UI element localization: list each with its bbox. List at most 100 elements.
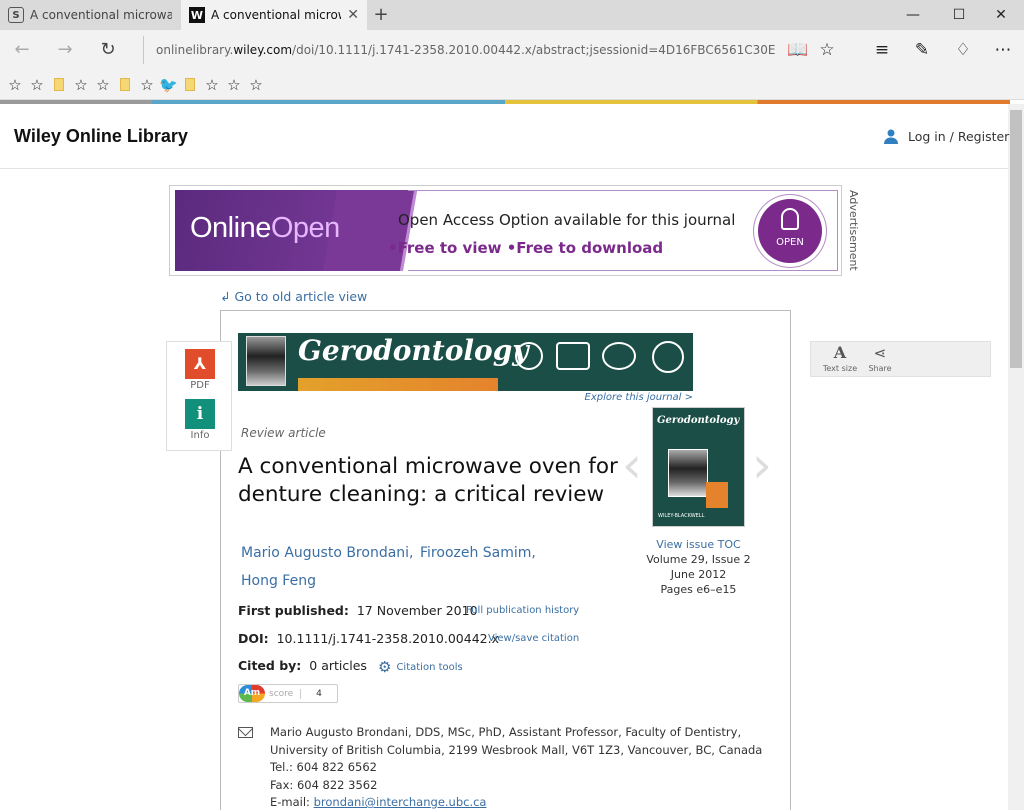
tab-title: A conventional microwa bbox=[211, 8, 342, 22]
close-tab-icon[interactable]: ✕ bbox=[347, 7, 359, 23]
advertisement-label: Advertisement bbox=[847, 190, 860, 271]
full-history-link[interactable]: Full publication history bbox=[466, 605, 579, 616]
cited-by-label: Cited by: bbox=[238, 658, 302, 673]
previous-issue-chevron-icon[interactable]: ‹ bbox=[622, 440, 642, 490]
scribd-icon: S bbox=[8, 7, 24, 23]
info-label[interactable]: Info bbox=[178, 430, 222, 441]
altmetric-badge[interactable]: Am score 4 bbox=[238, 684, 338, 703]
info-icon[interactable]: i bbox=[185, 399, 215, 429]
favorite-star-icon[interactable]: ☆ bbox=[94, 75, 112, 95]
favorite-star-icon[interactable]: ☆ bbox=[72, 75, 90, 95]
browser-tab-2[interactable]: W A conventional microwa ✕ bbox=[181, 0, 367, 30]
window-close-icon[interactable]: ✕ bbox=[978, 0, 1024, 30]
url-field[interactable]: onlinelibrary.wiley.com/doi/10.1111/j.17… bbox=[156, 36, 776, 64]
doi-label: DOI: bbox=[238, 631, 269, 646]
share-browser-icon[interactable]: ♢ bbox=[949, 36, 977, 64]
site-logo[interactable]: Wiley Online Library bbox=[14, 126, 188, 147]
back-arrow-icon[interactable]: ← bbox=[8, 36, 36, 64]
person-icon bbox=[884, 129, 898, 144]
altmetric-score-label: score bbox=[269, 688, 301, 699]
citation-tools-label: Citation tools bbox=[396, 661, 463, 673]
forward-arrow-icon[interactable]: → bbox=[51, 36, 79, 64]
more-icon[interactable]: ⋯ bbox=[989, 36, 1017, 64]
correspondence-tel: Tel.: 604 822 6562 bbox=[270, 760, 378, 774]
article-title: A conventional microwave oven for dentur… bbox=[238, 454, 618, 507]
pdf-icon[interactable]: ⅄ bbox=[185, 349, 215, 379]
favorite-star-icon[interactable]: ☆ bbox=[225, 75, 243, 95]
citation-tools-link[interactable]: ⚙ Citation tools bbox=[378, 658, 463, 676]
ad-subline: •Free to view •Free to download bbox=[388, 239, 664, 257]
minimize-icon[interactable]: — bbox=[890, 0, 936, 30]
login-register-link[interactable]: Log in / Register bbox=[883, 128, 1009, 144]
refresh-icon[interactable]: ↻ bbox=[94, 36, 122, 64]
first-published-label: First published: bbox=[238, 603, 349, 618]
first-published: First published: 17 November 2010 bbox=[238, 603, 478, 618]
cover-publisher: WILEY-BLACKWELL bbox=[658, 513, 705, 519]
reading-view-icon[interactable]: 📖 bbox=[784, 36, 812, 64]
ad-online-open-logo: OnlineOpen bbox=[190, 212, 340, 245]
issue-pages: Pages e6–e15 bbox=[660, 583, 737, 596]
issue-volume: Volume 29, Issue 2 bbox=[646, 553, 751, 566]
color-stripe bbox=[0, 100, 1010, 104]
web-note-icon[interactable]: ✎ bbox=[908, 36, 936, 64]
altmetric-donut-icon: Am bbox=[239, 685, 265, 702]
first-published-date: 17 November 2010 bbox=[356, 603, 478, 618]
folder-icon[interactable] bbox=[181, 75, 199, 95]
college-logo-icon bbox=[556, 342, 590, 370]
email-link[interactable]: brondani@interchange.ubc.ca bbox=[314, 795, 487, 809]
view-issue-toc-link[interactable]: View issue TOC bbox=[620, 538, 777, 551]
folder-icon[interactable] bbox=[116, 75, 134, 95]
ad-headline: Open Access Option available for this jo… bbox=[398, 211, 736, 229]
journal-name: Gerodontology bbox=[298, 334, 529, 367]
text-size-label[interactable]: Text size bbox=[818, 364, 862, 373]
cover-portrait-image bbox=[668, 449, 708, 497]
banner-portrait-image bbox=[246, 336, 286, 386]
altmetric-score: 4 bbox=[316, 688, 322, 699]
banner-orange-stripe bbox=[298, 378, 498, 391]
browser-tab-1[interactable]: S A conventional microwave o bbox=[0, 0, 180, 30]
header-divider bbox=[0, 168, 1008, 169]
scrollbar-thumb[interactable] bbox=[1010, 110, 1022, 368]
open-badge-label: OPEN bbox=[776, 237, 804, 248]
folder-icon[interactable] bbox=[50, 75, 68, 95]
share-label[interactable]: Share bbox=[862, 364, 898, 373]
ad-online-word: Online bbox=[190, 212, 271, 244]
federation-seal-icon bbox=[652, 341, 684, 373]
correspondence-line: Mario Augusto Brondani, DDS, MSc, PhD, A… bbox=[270, 725, 742, 739]
favorite-star-icon[interactable]: ☆ bbox=[203, 75, 221, 95]
new-tab-icon[interactable]: + bbox=[370, 4, 392, 26]
doi-value: 10.1111/j.1741-2358.2010.00442.x bbox=[276, 631, 499, 646]
favorite-star-icon[interactable]: ☆ bbox=[138, 75, 156, 95]
email-label: E-mail: bbox=[270, 795, 314, 809]
favorite-star-icon[interactable]: ☆ bbox=[813, 36, 841, 64]
wiley-w-icon: W bbox=[189, 7, 205, 23]
tab-title: A conventional microwave o bbox=[30, 8, 172, 22]
ad-open-word: Open bbox=[270, 212, 340, 244]
hub-icon[interactable]: ≡ bbox=[868, 36, 896, 64]
doi: DOI: 10.1111/j.1741-2358.2010.00442.x bbox=[238, 631, 499, 646]
login-label: Log in / Register bbox=[908, 128, 1010, 144]
text-size-icon[interactable]: A bbox=[830, 343, 850, 362]
url-path: /doi/10.1111/j.1741-2358.2010.00442.x/ab… bbox=[292, 43, 776, 57]
gear-icon: ⚙ bbox=[378, 658, 392, 676]
cover-orange-block bbox=[706, 482, 728, 508]
pdf-label[interactable]: PDF bbox=[178, 380, 222, 391]
old-article-view-link[interactable]: ↲ Go to old article view bbox=[220, 289, 367, 304]
url-domain: wiley.com bbox=[233, 43, 293, 57]
cover-journal-name: Gerodontology bbox=[657, 415, 740, 426]
favorite-star-icon[interactable]: ☆ bbox=[247, 75, 265, 95]
author-link[interactable]: Mario Augusto Brondani, bbox=[241, 545, 414, 561]
association-seal-icon bbox=[602, 342, 636, 370]
share-icon[interactable]: ⋖ bbox=[870, 344, 890, 362]
maximize-icon[interactable]: ☐ bbox=[936, 0, 982, 30]
next-issue-chevron-icon[interactable]: › bbox=[752, 440, 772, 490]
url-prefix: onlinelibrary. bbox=[156, 43, 234, 57]
twitter-bird-icon[interactable]: 🐦 bbox=[159, 75, 178, 95]
view-citation-link[interactable]: View/save citation bbox=[488, 633, 579, 644]
author-link[interactable]: Firoozeh Samim, bbox=[420, 545, 536, 561]
explore-journal-link[interactable]: Explore this journal > bbox=[560, 392, 694, 403]
favorite-star-icon[interactable]: ☆ bbox=[6, 75, 24, 95]
favorite-star-icon[interactable]: ☆ bbox=[28, 75, 46, 95]
author-link[interactable]: Hong Feng bbox=[241, 573, 316, 589]
open-lock-icon bbox=[781, 208, 799, 230]
